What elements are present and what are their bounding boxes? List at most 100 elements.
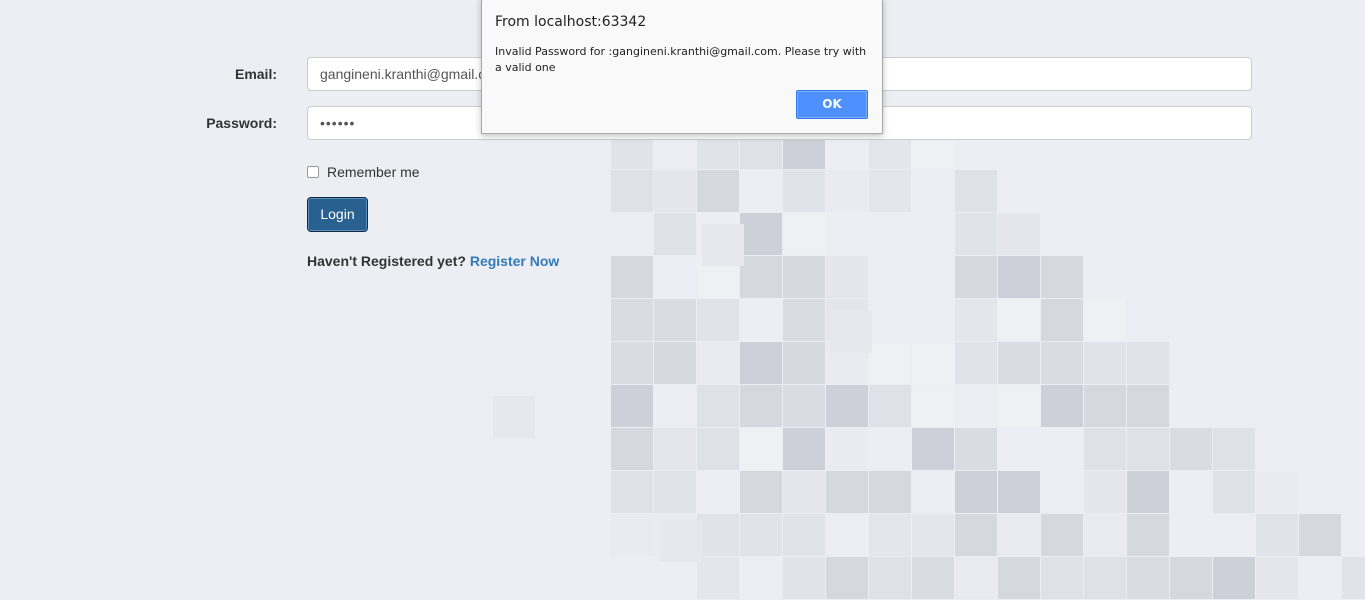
background-cube	[783, 170, 825, 212]
dialog-ok-button[interactable]: OK	[796, 90, 868, 119]
background-cube	[912, 342, 954, 384]
background-cube	[611, 514, 653, 556]
background-cube	[1299, 514, 1341, 556]
background-cube	[611, 385, 653, 427]
background-cube	[869, 170, 911, 212]
background-cube	[654, 213, 696, 255]
background-cube	[697, 514, 739, 556]
background-cube	[740, 428, 782, 470]
background-cube	[654, 471, 696, 513]
background-cube	[955, 213, 997, 255]
background-cube	[783, 213, 825, 255]
dialog-title: From localhost:63342	[495, 14, 647, 30]
background-cube	[611, 471, 653, 513]
background-cube	[654, 299, 696, 341]
background-cube	[611, 342, 653, 384]
remember-me-checkbox[interactable]	[307, 166, 319, 178]
background-cube	[826, 385, 868, 427]
background-cube	[955, 428, 997, 470]
background-cube	[783, 557, 825, 599]
background-cube	[912, 385, 954, 427]
background-cube	[869, 342, 911, 384]
background-cube	[998, 342, 1040, 384]
background-cube	[783, 342, 825, 384]
background-cube	[955, 471, 997, 513]
background-cube	[1041, 256, 1083, 298]
register-prompt: Haven't Registered yet? Register Now	[307, 253, 559, 269]
background-cube	[998, 471, 1040, 513]
background-cube	[783, 428, 825, 470]
background-cube	[869, 385, 911, 427]
background-cube	[1084, 428, 1126, 470]
background-cube	[1084, 557, 1126, 599]
background-cube	[1084, 299, 1126, 341]
background-cube	[740, 342, 782, 384]
background-cube	[1256, 471, 1298, 513]
background-cube	[1256, 514, 1298, 556]
background-cube	[912, 514, 954, 556]
background-cube	[869, 471, 911, 513]
background-cube	[611, 299, 653, 341]
background-cube	[1041, 557, 1083, 599]
background-cube	[998, 514, 1040, 556]
background-cube	[702, 224, 744, 266]
background-cube	[1342, 557, 1365, 599]
background-cube	[697, 428, 739, 470]
background-cube	[998, 557, 1040, 599]
background-cube	[1127, 428, 1169, 470]
background-cube	[697, 299, 739, 341]
background-cube	[998, 299, 1040, 341]
background-cube	[783, 299, 825, 341]
background-cube	[869, 514, 911, 556]
background-cube	[826, 256, 868, 298]
background-cube	[955, 170, 997, 212]
background-cube	[697, 170, 739, 212]
background-cube	[1127, 514, 1169, 556]
background-cube	[493, 396, 535, 438]
background-cube	[697, 385, 739, 427]
background-cube	[783, 385, 825, 427]
register-now-link[interactable]: Register Now	[470, 253, 559, 269]
background-cube	[955, 514, 997, 556]
background-cube	[826, 428, 868, 470]
background-cube	[1084, 514, 1126, 556]
background-cube	[1084, 471, 1126, 513]
background-cube	[1084, 385, 1126, 427]
background-cube	[654, 428, 696, 470]
background-cube	[697, 557, 739, 599]
background-cube	[1127, 342, 1169, 384]
background-cube	[998, 213, 1040, 255]
background-cube	[783, 471, 825, 513]
remember-me-label: Remember me	[327, 164, 420, 180]
email-label: Email:	[234, 66, 277, 82]
background-cube	[740, 213, 782, 255]
background-cube	[955, 342, 997, 384]
background-cube	[783, 256, 825, 298]
background-cube	[654, 170, 696, 212]
background-cube	[1041, 299, 1083, 341]
background-cube	[1041, 514, 1083, 556]
background-cube	[998, 385, 1040, 427]
background-cube	[1127, 471, 1169, 513]
background-cube	[1213, 471, 1255, 513]
background-cube	[1170, 428, 1212, 470]
background-cube	[740, 385, 782, 427]
background-cube	[1213, 557, 1255, 599]
background-cube	[1127, 385, 1169, 427]
background-cube	[1256, 557, 1298, 599]
background-cube	[740, 514, 782, 556]
background-cube	[697, 342, 739, 384]
background-cube	[955, 299, 997, 341]
background-cube	[611, 428, 653, 470]
background-cube	[955, 557, 997, 599]
background-cube	[740, 256, 782, 298]
background-cube	[611, 170, 653, 212]
background-cube	[1127, 557, 1169, 599]
background-cube	[826, 170, 868, 212]
background-cube	[912, 428, 954, 470]
background-cube	[1041, 342, 1083, 384]
login-button[interactable]: Login	[307, 197, 368, 232]
background-cube	[955, 256, 997, 298]
background-cube	[783, 514, 825, 556]
background-cube	[1213, 428, 1255, 470]
